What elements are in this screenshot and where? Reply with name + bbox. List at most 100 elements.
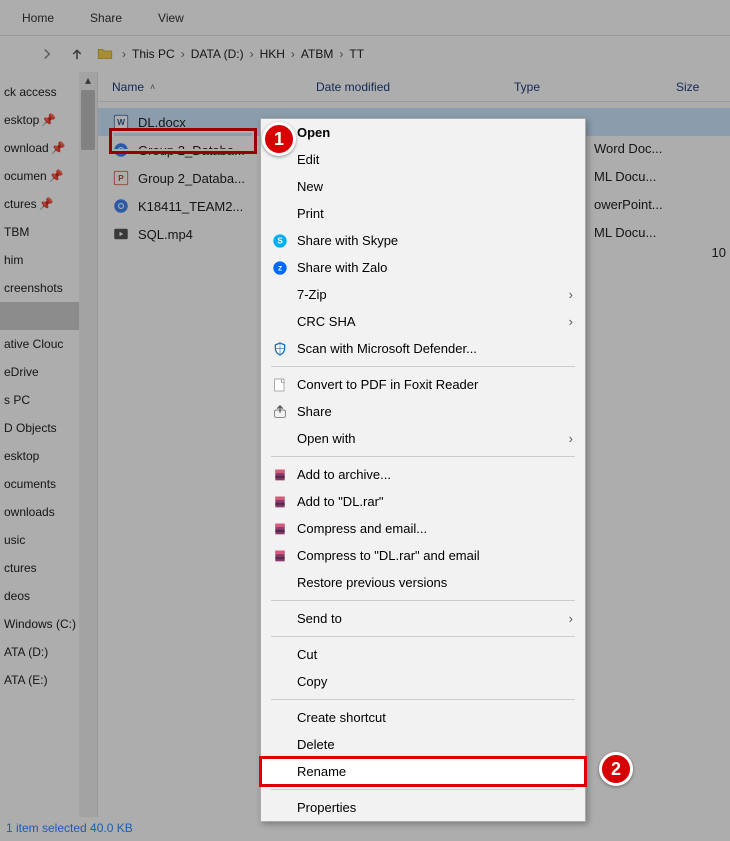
skype-icon: S xyxy=(271,232,289,250)
crumb-hkh[interactable]: HKH xyxy=(256,47,289,61)
file-name: K18411_TEAM2... xyxy=(138,199,243,214)
address-bar: › This PC › DATA (D:) › HKH › ATBM › TT xyxy=(0,36,730,72)
annotation-badge-1: 1 xyxy=(262,122,296,156)
crumb-drive[interactable]: DATA (D:) xyxy=(187,47,248,61)
menu-item-share[interactable]: Share xyxy=(261,398,585,425)
rar-icon xyxy=(271,547,289,565)
rar-icon xyxy=(271,466,289,484)
menu-item-label: Open xyxy=(297,125,330,140)
col-type[interactable]: Type xyxy=(514,80,676,94)
menu-item-edit[interactable]: Edit xyxy=(261,146,585,173)
svg-text:W: W xyxy=(117,118,125,127)
menu-item-label: Send to xyxy=(297,611,342,626)
pin-icon: 📌 xyxy=(49,169,64,183)
menu-item-compress-and-email[interactable]: Compress and email... xyxy=(261,515,585,542)
col-size[interactable]: Size xyxy=(676,80,730,94)
menu-item-share-with-skype[interactable]: SShare with Skype xyxy=(261,227,585,254)
navigation-sidebar[interactable]: ck accessesktop 📌ownload 📌ocumen 📌ctures… xyxy=(0,72,98,817)
menu-item-label: Restore previous versions xyxy=(297,575,447,590)
annotation-badge-2: 2 xyxy=(599,752,633,786)
zalo-icon: Z xyxy=(271,259,289,277)
menu-item-convert-to-pdf-in-foxit-reader[interactable]: Convert to PDF in Foxit Reader xyxy=(261,371,585,398)
annotation-box-selected-file xyxy=(109,128,257,154)
menu-separator xyxy=(271,600,575,601)
menu-item-label: Open with xyxy=(297,431,356,446)
rar-icon xyxy=(271,493,289,511)
nav-back-button[interactable] xyxy=(4,41,30,67)
menu-item-add-to-dl-rar[interactable]: Add to "DL.rar" xyxy=(261,488,585,515)
crumb-tt[interactable]: TT xyxy=(345,47,368,61)
chevron-right-icon: › xyxy=(120,47,128,61)
menu-item-compress-to-dl-rar-and-email[interactable]: Compress to "DL.rar" and email xyxy=(261,542,585,569)
menu-item-share-with-zalo[interactable]: Z Share with Zalo xyxy=(261,254,585,281)
menu-item-label: Rename xyxy=(297,764,346,779)
menu-separator xyxy=(271,636,575,637)
tab-view[interactable]: View xyxy=(140,0,202,36)
menu-item-label: Create shortcut xyxy=(297,710,386,725)
menu-item-label: Cut xyxy=(297,647,317,662)
menu-item-send-to[interactable]: Send to › xyxy=(261,605,585,632)
chevron-right-icon: › xyxy=(179,47,187,61)
scrollbar-thumb[interactable] xyxy=(81,90,95,150)
chevron-right-icon: › xyxy=(248,47,256,61)
menu-item-label: Properties xyxy=(297,800,356,815)
menu-item-cut[interactable]: Cut xyxy=(261,641,585,668)
col-date-modified[interactable]: Date modified xyxy=(316,80,514,94)
chevron-right-icon: › xyxy=(289,47,297,61)
svg-text:S: S xyxy=(277,236,283,245)
menu-item-label: Add to "DL.rar" xyxy=(297,494,384,509)
svg-text:P: P xyxy=(118,174,124,183)
chevron-right-icon: › xyxy=(337,47,345,61)
menu-item-rename[interactable]: Rename xyxy=(261,758,585,785)
tab-share[interactable]: Share xyxy=(72,0,140,36)
context-menu[interactable]: Open Edit New PrintSShare with Skype Z Share … xyxy=(260,118,586,822)
menu-item-label: Compress and email... xyxy=(297,521,427,536)
pdf-icon xyxy=(271,376,289,394)
menu-item-label: Add to archive... xyxy=(297,467,391,482)
file-name: Group 2_Databa... xyxy=(138,171,245,186)
menu-item-label: Share with Zalo xyxy=(297,260,387,275)
crumb-atbm[interactable]: ATBM xyxy=(297,47,337,61)
chevron-right-icon: › xyxy=(569,314,573,329)
svg-text:Z: Z xyxy=(278,265,282,272)
menu-item-properties[interactable]: Properties xyxy=(261,794,585,821)
shield-icon xyxy=(271,340,289,358)
menu-item-label: Convert to PDF in Foxit Reader xyxy=(297,377,478,392)
tab-home[interactable]: Home xyxy=(4,0,72,36)
menu-item-open[interactable]: Open xyxy=(261,119,585,146)
menu-item-7-zip[interactable]: 7-Zip› xyxy=(261,281,585,308)
nav-forward-button[interactable] xyxy=(34,41,60,67)
status-bar: 1 item selected 40.0 KB xyxy=(6,821,133,835)
col-name[interactable]: Name˄ xyxy=(112,80,316,94)
menu-item-add-to-archive[interactable]: Add to archive... xyxy=(261,461,585,488)
menu-item-copy[interactable]: Copy xyxy=(261,668,585,695)
menu-item-label: New xyxy=(297,179,323,194)
breadcrumb[interactable]: › This PC › DATA (D:) › HKH › ATBM › TT xyxy=(120,47,368,61)
menu-separator xyxy=(271,366,575,367)
chrome-icon xyxy=(112,197,130,215)
menu-item-label: Share xyxy=(297,404,332,419)
menu-item-new[interactable]: New xyxy=(261,173,585,200)
menu-item-open-with[interactable]: Open with › xyxy=(261,425,585,452)
sidebar-scrollbar[interactable]: ▴ xyxy=(79,72,97,817)
type-column-values: Word Doc...ML Docu...owerPoint...ML Docu… xyxy=(594,135,663,247)
column-header[interactable]: Name˄ Date modified Type Size xyxy=(98,72,730,102)
file-name: SQL.mp4 xyxy=(138,227,193,242)
crumb-this-pc[interactable]: This PC xyxy=(128,47,179,61)
nav-up-button[interactable] xyxy=(64,41,90,67)
scroll-up-icon[interactable]: ▴ xyxy=(85,72,91,88)
ppt-icon: P xyxy=(112,169,130,187)
pin-icon: 📌 xyxy=(39,197,54,211)
menu-separator xyxy=(271,699,575,700)
chevron-right-icon: › xyxy=(569,611,573,626)
share-icon xyxy=(271,403,289,421)
menu-item-delete[interactable]: Delete xyxy=(261,731,585,758)
menu-item-restore-previous-versions[interactable]: Restore previous versions xyxy=(261,569,585,596)
menu-item-print[interactable]: Print xyxy=(261,200,585,227)
menu-separator xyxy=(271,456,575,457)
menu-item-scan-with-microsoft-defender[interactable]: Scan with Microsoft Defender... xyxy=(261,335,585,362)
chevron-right-icon: › xyxy=(569,431,573,446)
menu-item-crc-sha[interactable]: CRC SHA › xyxy=(261,308,585,335)
menu-item-create-shortcut[interactable]: Create shortcut xyxy=(261,704,585,731)
menu-item-label: CRC SHA xyxy=(297,314,356,329)
